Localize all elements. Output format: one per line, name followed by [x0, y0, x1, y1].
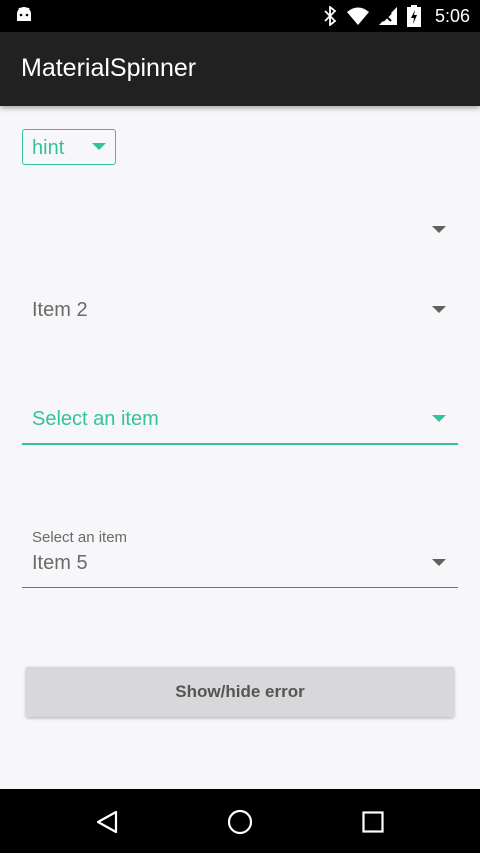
bluetooth-icon	[324, 6, 337, 26]
hint-spinner[interactable]: hint	[22, 129, 116, 165]
battery-icon	[406, 5, 421, 27]
select-spinner[interactable]: Select an item	[22, 395, 458, 445]
dropdown-arrow-icon	[432, 559, 446, 566]
select-spinner-underline	[22, 443, 458, 445]
navigation-bar	[0, 789, 480, 853]
floating-spinner[interactable]: Item 5	[22, 540, 458, 586]
app-bar: MaterialSpinner	[0, 32, 480, 106]
android-icon	[17, 7, 31, 21]
dropdown-arrow-icon	[432, 226, 446, 233]
status-icons: 5:06	[323, 0, 470, 32]
status-bar: 5:06	[0, 0, 480, 32]
show-hide-error-button[interactable]: Show/hide error	[26, 667, 454, 717]
dropdown-arrow-icon	[432, 306, 446, 313]
floating-spinner-underline	[22, 587, 458, 588]
item-spinner[interactable]: Item 2	[22, 285, 458, 335]
back-icon[interactable]	[96, 810, 118, 834]
home-icon[interactable]	[227, 809, 253, 835]
select-spinner-placeholder: Select an item	[32, 408, 159, 430]
signal-icon	[378, 7, 397, 25]
dropdown-arrow-icon	[432, 415, 446, 422]
app-title: MaterialSpinner	[21, 54, 197, 82]
recents-icon[interactable]	[362, 811, 384, 833]
floating-spinner-value: Item 5	[32, 552, 88, 574]
dropdown-arrow-icon	[92, 143, 106, 150]
hint-spinner-label: hint	[32, 137, 65, 159]
status-time: 5:06	[434, 5, 470, 26]
wifi-icon	[346, 7, 369, 25]
empty-spinner[interactable]	[22, 205, 458, 255]
item-spinner-value: Item 2	[32, 299, 88, 321]
